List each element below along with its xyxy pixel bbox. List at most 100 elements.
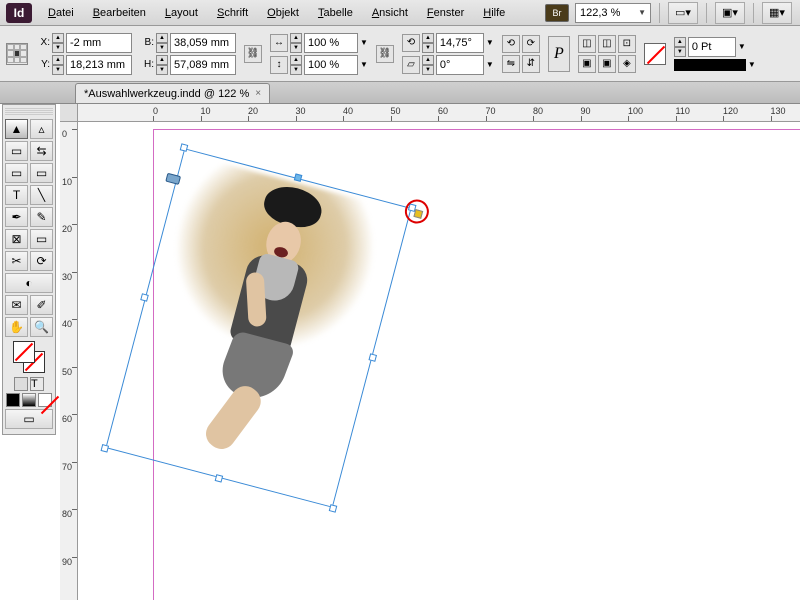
stroke-stepper[interactable]: ▲▼ — [674, 37, 686, 57]
control-panel: X: ▲▼ -2 mm Y: ▲▼ 18,213 mm B: ▲▼ 38,059… — [0, 26, 800, 82]
document-tab[interactable]: *Auswahlwerkzeug.indd @ 122 % × — [75, 83, 270, 103]
app-logo-icon: Id — [6, 3, 32, 23]
view-options-icon[interactable]: ▭▾ — [668, 2, 698, 24]
scale-y-icon: ↕ — [270, 56, 288, 74]
apply-color-icon[interactable] — [6, 393, 20, 407]
selection-tool[interactable]: ▲ — [5, 119, 28, 139]
menu-window[interactable]: Fenster — [419, 3, 472, 23]
scissors-tool[interactable]: ✂ — [5, 251, 28, 271]
fit-content-icon[interactable]: ◫ — [578, 35, 596, 53]
w-field[interactable]: 38,059 mm — [170, 33, 236, 53]
document-tab-title: *Auswahlwerkzeug.indd @ 122 % — [84, 88, 249, 100]
scale-x-field[interactable]: 100 % — [304, 33, 358, 53]
close-tab-icon[interactable]: × — [255, 88, 261, 99]
view-mode-tool[interactable]: ▭ — [5, 409, 53, 429]
rotation-field[interactable]: 14,75° — [436, 33, 484, 53]
fill-frame-icon[interactable]: ▣ — [578, 55, 596, 73]
hand-tool[interactable]: ✋ — [5, 317, 28, 337]
select-container-icon[interactable]: P — [548, 36, 570, 72]
menu-object[interactable]: Objekt — [259, 3, 307, 23]
h-label: H: — [140, 59, 154, 70]
document-area: 0102030405060708090100110120130140150 01… — [60, 104, 800, 600]
flip-v-icon[interactable]: ⇵ — [522, 55, 540, 73]
x-stepper[interactable]: ▲▼ — [52, 33, 64, 53]
rotate-ccw-icon[interactable]: ⟲ — [502, 35, 520, 53]
reference-point-grid[interactable] — [6, 43, 28, 65]
stroke-weight-field[interactable]: 0 Pt — [688, 37, 736, 57]
y-field[interactable]: 18,213 mm — [66, 55, 132, 75]
ruler-origin[interactable] — [60, 104, 78, 122]
rotate-cw-icon[interactable]: ⟳ — [522, 35, 540, 53]
line-tool[interactable]: ╲ — [30, 185, 53, 205]
auto-fit-icon[interactable]: ◈ — [618, 55, 636, 73]
bridge-icon[interactable]: Br — [545, 4, 569, 22]
eyedropper-tool[interactable]: ✐ — [30, 295, 53, 315]
scale-x-stepper[interactable]: ▲▼ — [290, 33, 302, 53]
apply-none-icon[interactable] — [38, 393, 52, 407]
arrange-docs-icon[interactable]: ▦▾ — [762, 2, 792, 24]
menu-help[interactable]: Hilfe — [475, 3, 513, 23]
menu-table[interactable]: Tabelle — [310, 3, 361, 23]
w-label: B: — [140, 37, 154, 48]
stroke-style-combo[interactable] — [674, 59, 746, 71]
menu-type[interactable]: Schrift — [209, 3, 256, 23]
panel-grip[interactable] — [5, 108, 53, 116]
formatting-container-icon[interactable] — [14, 377, 28, 391]
apply-gradient-icon[interactable] — [22, 393, 36, 407]
gradient-swatch-tool[interactable]: ◐ — [5, 273, 53, 293]
y-stepper[interactable]: ▲▼ — [52, 55, 64, 75]
gap-tool[interactable]: ⇆ — [30, 141, 53, 161]
menu-layout[interactable]: Layout — [157, 3, 206, 23]
fit-frame-icon[interactable]: ◫ — [598, 35, 616, 53]
pen-tool[interactable]: ✒ — [5, 207, 28, 227]
zoom-tool[interactable]: 🔍 — [30, 317, 53, 337]
tools-panel: ▲▵ ▭⇆ ▭▭ T╲ ✒✎ ⊠▭ ✂⟳ ◐ ✉✐ ✋🔍 T ▭ — [2, 104, 56, 435]
resize-handle-bl[interactable] — [101, 444, 110, 453]
h-stepper[interactable]: ▲▼ — [156, 55, 168, 75]
fit-prop-icon[interactable]: ▣ — [598, 55, 616, 73]
pencil-tool[interactable]: ✎ — [30, 207, 53, 227]
shear-icon: ▱ — [402, 56, 420, 74]
flip-h-icon[interactable]: ⇋ — [502, 55, 520, 73]
shear-stepper[interactable]: ▲▼ — [422, 55, 434, 75]
horizontal-ruler[interactable]: 0102030405060708090100110120130140150 — [78, 104, 800, 122]
content-collector-tool[interactable]: ▭ — [5, 163, 28, 183]
y-label: Y: — [36, 59, 50, 70]
rotation-icon: ⟲ — [402, 34, 420, 52]
note-tool[interactable]: ✉ — [5, 295, 28, 315]
rotation-stepper[interactable]: ▲▼ — [422, 33, 434, 53]
formatting-text-icon[interactable]: T — [30, 377, 44, 391]
x-label: X: — [36, 37, 50, 48]
fill-none-swatch[interactable] — [644, 43, 666, 65]
screen-mode-icon[interactable]: ▣▾ — [715, 2, 745, 24]
dropdown-arrow-icon: ▼ — [638, 8, 646, 17]
direct-selection-tool[interactable]: ▵ — [30, 119, 53, 139]
menu-edit[interactable]: Bearbeiten — [85, 3, 154, 23]
menu-view[interactable]: Ansicht — [364, 3, 416, 23]
constrain-wh-icon[interactable]: ⛓ — [244, 45, 262, 63]
scale-x-icon: ↔ — [270, 34, 288, 52]
rect-frame-tool[interactable]: ⊠ — [5, 229, 28, 249]
menu-file[interactable]: Datei — [40, 3, 82, 23]
zoom-level-combo[interactable]: 122,3 % ▼ — [575, 3, 651, 23]
scale-y-stepper[interactable]: ▲▼ — [290, 55, 302, 75]
menu-bar: Id Datei Bearbeiten Layout Schrift Objek… — [0, 0, 800, 26]
x-field[interactable]: -2 mm — [66, 33, 132, 53]
page-tool[interactable]: ▭ — [5, 141, 28, 161]
w-stepper[interactable]: ▲▼ — [156, 33, 168, 53]
zoom-value: 122,3 % — [580, 7, 620, 19]
content-placer-tool[interactable]: ▭ — [30, 163, 53, 183]
scale-y-field[interactable]: 100 % — [304, 55, 358, 75]
type-tool[interactable]: T — [5, 185, 28, 205]
document-tab-strip: *Auswahlwerkzeug.indd @ 122 % × — [0, 82, 800, 104]
shear-field[interactable]: 0° — [436, 55, 484, 75]
h-field[interactable]: 57,089 mm — [170, 55, 236, 75]
vertical-ruler[interactable]: 0102030405060708090 — [60, 122, 78, 600]
fill-stroke-swatch[interactable] — [13, 341, 45, 373]
transform-tool[interactable]: ⟳ — [30, 251, 53, 271]
constrain-scale-icon[interactable]: ⛓ — [376, 45, 394, 63]
main-menu: Datei Bearbeiten Layout Schrift Objekt T… — [40, 3, 513, 23]
center-content-icon[interactable]: ⊡ — [618, 35, 636, 53]
canvas[interactable] — [78, 122, 800, 600]
rectangle-tool[interactable]: ▭ — [30, 229, 53, 249]
